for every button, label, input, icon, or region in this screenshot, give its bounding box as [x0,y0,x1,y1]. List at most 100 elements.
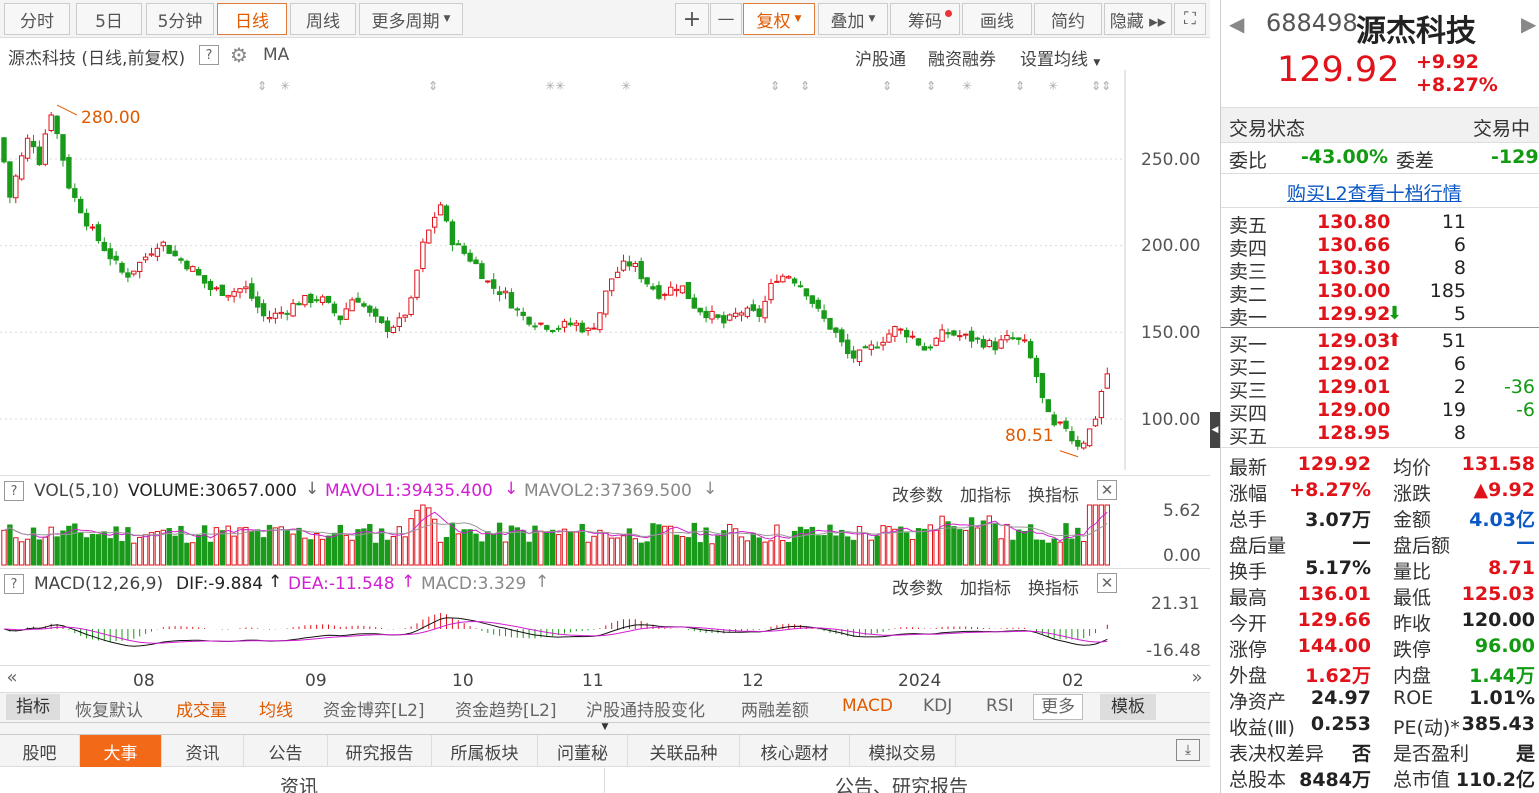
tab-sectors[interactable]: 所属板块 [432,735,538,767]
fullscreen-icon[interactable]: ⛶ [1174,3,1206,35]
tab-news[interactable]: 资讯 [162,735,244,767]
ma-settings-dropdown[interactable]: 设置均线 ▼ [1020,45,1100,70]
tab-daily[interactable]: 日线 [217,3,287,35]
low-annotation: 80.51 [1005,426,1054,446]
close-icon[interactable]: ✕ [1097,573,1117,593]
overlay-dropdown[interactable]: 叠加 ▼ [818,3,888,35]
help-icon[interactable]: ? [199,45,219,65]
panel-toggle-icon[interactable]: ◀ [1210,412,1220,448]
chips-button[interactable]: 筹码 [890,3,960,35]
dock-icon[interactable]: ⤓ [1176,739,1200,761]
candle-body [485,280,491,283]
collapse-handle-icon[interactable]: ▼ [590,723,620,732]
volume-bar [101,531,107,566]
indicator-tab[interactable]: 指标 [6,694,60,720]
zoom-out-button[interactable]: — [710,3,742,35]
volume-bar [278,526,285,566]
candle-body [302,294,308,306]
candle-body [1063,420,1069,429]
tab-guba[interactable]: 股吧 [0,735,80,767]
hide-button[interactable]: 隐藏 ▸▸ [1104,3,1172,35]
candle-body [1092,418,1099,427]
volume-bar [473,533,479,566]
candle-body [473,259,479,265]
volume-bar [650,523,656,566]
candle-body [673,288,680,292]
mavol1-value: MAVOL1:39435.400 [325,481,493,501]
candle-body [402,314,408,318]
volume-bar [709,543,715,566]
event-marker-icon: ✳ [280,79,290,93]
volume-bar [809,526,815,566]
tab-announcements[interactable]: 公告 [244,735,328,767]
close-icon[interactable]: ✕ [1097,480,1117,500]
simple-button[interactable]: 简约 [1034,3,1102,35]
indicator-tab[interactable]: 恢复默认 [75,696,143,721]
zoom-in-button[interactable]: + [675,3,709,35]
candle-body [650,286,656,290]
tab-events[interactable]: 大事 [80,735,162,767]
divider [1221,207,1539,208]
volume-bar [42,536,48,566]
tab-research[interactable]: 研究报告 [328,735,432,767]
help-icon[interactable]: ? [4,481,24,501]
tab-weekly[interactable]: 周线 [290,3,356,35]
event-marker-icon: ✳ [962,79,972,93]
stat-value: 1.44万 [1469,665,1535,687]
margin-link[interactable]: 融资融券 [928,45,996,70]
volume-bar [555,534,562,566]
candle-body [66,157,72,189]
candle-body [803,288,810,297]
prev-stock-icon[interactable]: ◀ [1229,12,1244,36]
settings-gear-icon[interactable]: ⚙ [230,43,248,67]
volume-bar [963,529,969,566]
candle-body [768,283,774,301]
indicator-tab[interactable]: 成交量 [176,696,227,721]
indicator-tab[interactable]: 沪股通持股变化 [586,696,705,721]
draw-button[interactable]: 画线 [962,3,1032,35]
candle-body [585,327,591,332]
caret-down-icon: ▼ [443,14,451,24]
more-periods-dropdown[interactable]: 更多周期 ▼ [359,3,463,35]
volume-bar [314,532,320,566]
indicator-tab[interactable]: 资金趋势[L2] [455,696,557,721]
reports-section-title: 公告、研究报告 [835,776,969,793]
volume-chart[interactable] [0,503,1125,567]
indicator-tab[interactable]: 均线 [259,696,293,721]
tab-ask-secretary[interactable]: 问董秘 [538,735,628,767]
indicator-tab[interactable]: MACD [842,696,893,716]
template-button[interactable]: 模板 [1100,694,1156,720]
help-icon[interactable]: ? [4,574,24,594]
volume-bar [378,528,385,566]
indicator-tab[interactable]: 资金博弈[L2] [323,696,425,721]
volume-bar [48,526,54,566]
volume-bar [319,538,326,566]
tab-related[interactable]: 关联品种 [628,735,740,767]
volume-bar [833,535,839,566]
indicator-tab[interactable]: 两融差额 [741,696,809,721]
candle-body [213,287,220,290]
tab-5day[interactable]: 5日 [76,3,142,35]
candlestick-chart[interactable]: ⇕ ✳ ⇕ ✳✳ ✳ ⇕ ⇕ ⇕ ⇕ ✳ ⇕ ✳ ⇕⇕ [0,70,1210,470]
candle-body [172,250,178,257]
candle-body [1098,390,1105,419]
candle-body [744,307,751,317]
macd-chart[interactable] [0,596,1125,662]
volume-bar [337,524,344,566]
volume-bar [196,534,202,566]
tab-core-themes[interactable]: 核心题材 [740,735,850,767]
scroll-left-icon[interactable]: « [2,667,22,688]
tab-simulated-trading[interactable]: 模拟交易 [850,735,956,767]
buy-l2-link[interactable]: 购买L2查看十档行情 [1287,179,1462,206]
candle-body [390,326,397,334]
more-indicators-button[interactable]: 更多 [1033,694,1083,720]
indicator-tab[interactable]: RSI [986,696,1014,716]
stat-value: 385.43 [1461,713,1535,735]
tab-5min[interactable]: 5分钟 [146,3,214,35]
tab-intraday[interactable]: 分时 [4,3,70,35]
scroll-right-icon[interactable]: » [1187,667,1207,688]
indicator-tab[interactable]: KDJ [923,696,952,716]
hgt-link[interactable]: 沪股通 [855,45,906,70]
fuquan-dropdown[interactable]: 复权 ▼ [743,3,815,35]
next-stock-icon[interactable]: ▶ [1521,12,1536,36]
